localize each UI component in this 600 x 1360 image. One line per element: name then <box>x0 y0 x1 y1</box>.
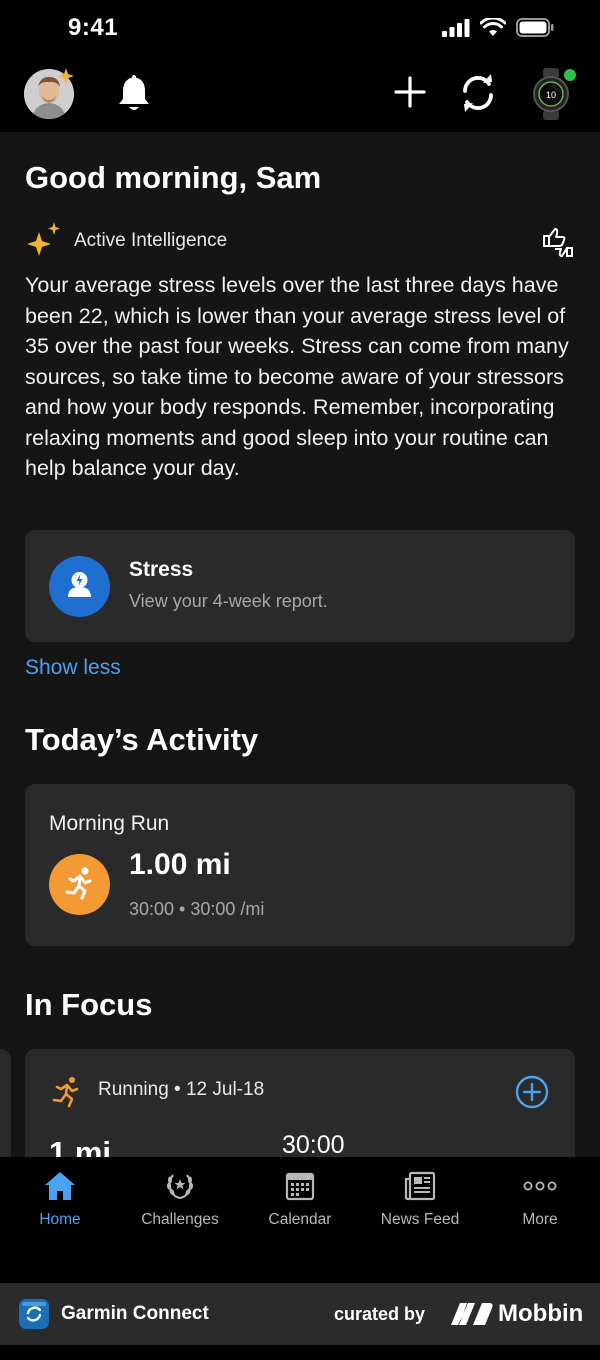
status-bar: 9:41 <box>0 0 600 56</box>
status-time: 9:41 <box>68 14 119 41</box>
footer-curated-by: curated by <box>334 1304 426 1324</box>
news-feed-icon <box>404 1171 436 1201</box>
footer-bottom-strip <box>0 1345 600 1360</box>
footer-brand: Mobbin <box>498 1300 584 1327</box>
running-icon <box>52 1077 79 1108</box>
add-circle-icon[interactable] <box>515 1075 549 1109</box>
stress-card-subtitle: View your 4-week report. <box>129 591 328 611</box>
sparkle-icon <box>27 222 60 256</box>
sparkle-badge-icon <box>58 68 74 84</box>
tab-label: Calendar <box>268 1211 332 1228</box>
tab-challenges[interactable]: Challenges <box>120 1157 240 1283</box>
stress-icon <box>49 556 110 617</box>
activity-distance: 1.00 mi <box>129 848 231 881</box>
tab-label: News Feed <box>380 1211 460 1228</box>
focus-time: 30:00 <box>282 1131 345 1157</box>
tab-home[interactable]: Home <box>0 1157 120 1283</box>
tab-news-feed[interactable]: News Feed <box>360 1157 480 1283</box>
previous-focus-card-edge[interactable] <box>0 1049 11 1157</box>
todays-activity-title: Today’s Activity <box>25 722 259 757</box>
curation-footer: Garmin Connect curated by Mobbin <box>0 1283 600 1345</box>
activity-name: Morning Run <box>49 812 170 835</box>
watch-connected-indicator <box>564 69 576 81</box>
tab-label: Home <box>39 1211 81 1228</box>
bell-icon[interactable] <box>116 73 152 113</box>
focus-distance: 1 mi <box>49 1135 112 1157</box>
status-icons <box>442 18 554 37</box>
show-less-link[interactable]: Show less <box>25 656 121 680</box>
active-intelligence-header: Active Intelligence <box>25 222 575 262</box>
greeting-title: Good morning, Sam <box>25 160 322 195</box>
in-focus-title: In Focus <box>25 987 153 1022</box>
tab-label: More <box>522 1211 558 1228</box>
home-icon <box>45 1172 75 1200</box>
wifi-icon <box>480 18 506 36</box>
running-icon <box>49 854 110 915</box>
mobbin-logo-icon <box>451 1303 493 1325</box>
focus-activity-label: Running • 12 Jul-18 <box>98 1079 265 1100</box>
calendar-icon <box>285 1172 315 1201</box>
stress-report-card[interactable]: Stress View your 4-week report. <box>25 530 575 642</box>
footer-app-name: Garmin Connect <box>61 1303 209 1324</box>
svg-text:10: 10 <box>546 90 556 100</box>
active-intelligence-label: Active Intelligence <box>74 230 228 251</box>
tab-calendar[interactable]: Calendar <box>240 1157 360 1283</box>
stress-card-title: Stress <box>129 558 194 581</box>
plus-icon[interactable] <box>394 76 426 108</box>
insight-text: Your average stress levels over the last… <box>25 273 569 480</box>
laurel-icon <box>167 1174 193 1200</box>
battery-icon <box>516 18 554 37</box>
morning-run-card[interactable]: Morning Run 1.00 mi 30:00 • 30:00 /mi <box>25 784 575 946</box>
sync-icon[interactable] <box>458 74 498 112</box>
in-focus-card[interactable]: Running • 12 Jul-18 1 mi 30:00 <box>25 1049 575 1157</box>
tab-label: Challenges <box>141 1211 219 1228</box>
bottom-tab-bar: Home Challenges Calendar News Feed More <box>0 1157 600 1283</box>
thumbs-feedback-icon[interactable] <box>541 226 575 258</box>
more-dots-icon <box>523 1181 557 1191</box>
activity-meta: 30:00 • 30:00 /mi <box>129 899 265 919</box>
main-content: Good morning, Sam Active Intelligence Yo… <box>0 132 600 1157</box>
tab-more[interactable]: More <box>480 1157 600 1283</box>
app-header: 10 <box>0 56 600 132</box>
cellular-signal-icon <box>442 18 470 37</box>
garmin-connect-app-icon <box>19 1299 49 1329</box>
